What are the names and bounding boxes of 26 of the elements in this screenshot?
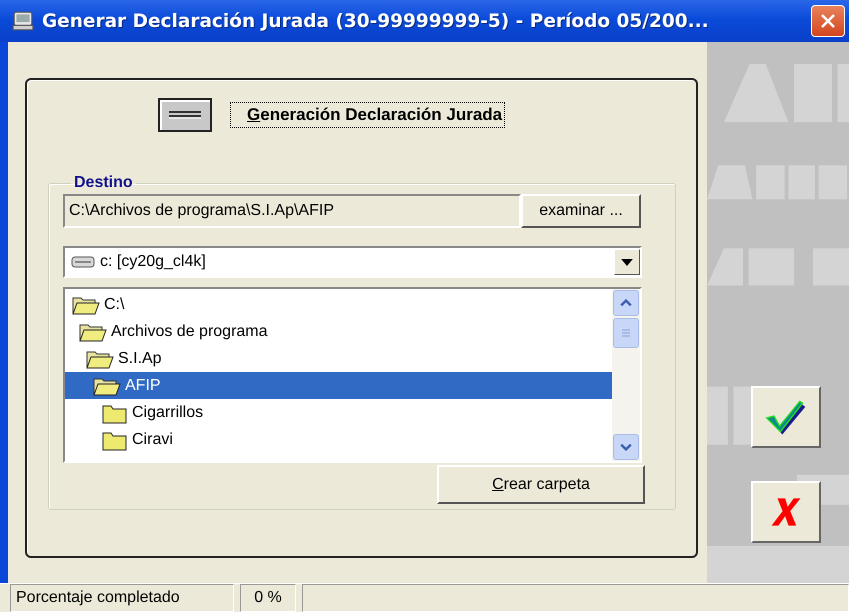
group-legend: Destino: [71, 174, 136, 192]
folder-item[interactable]: Ciravi: [130, 428, 175, 452]
percent-value: 0 %: [240, 584, 296, 612]
drive-dropdown[interactable]: c: [cy20g_cl4k]: [63, 246, 642, 278]
confirm-button[interactable]: [751, 386, 821, 448]
folder-item[interactable]: Cigarrillos: [130, 400, 206, 424]
grip-icon[interactable]: [621, 329, 631, 337]
folder-item[interactable]: S.I.Ap: [116, 346, 164, 370]
folder-item[interactable]: C:\: [102, 292, 126, 316]
path-field[interactable]: C:\Archivos de programa\S.I.Ap\AFIP: [63, 194, 521, 228]
generation-label[interactable]: Generación Declaración Jurada: [230, 102, 506, 128]
computer-icon: [12, 11, 34, 31]
browse-button[interactable]: examinar ...: [521, 194, 641, 228]
drive-icon: [71, 255, 95, 269]
folder-item[interactable]: Archivos de programa: [109, 320, 270, 344]
window-title: Generar Declaración Jurada (30-99999999-5) - Período 05/200...: [42, 10, 710, 32]
scrollbar[interactable]: [612, 289, 640, 461]
create-folder-button[interactable]: Crear carpeta: [437, 465, 645, 504]
generate-button[interactable]: [158, 98, 212, 132]
cancel-button[interactable]: [751, 481, 821, 543]
close-button[interactable]: [811, 5, 845, 37]
lines-icon: [169, 111, 201, 119]
scroll-up-icon[interactable]: [620, 299, 632, 307]
status-label: Porcentaje completado: [10, 584, 234, 612]
drive-label: c: [cy20g_cl4k]: [100, 253, 207, 271]
scroll-down-icon[interactable]: [620, 443, 632, 451]
